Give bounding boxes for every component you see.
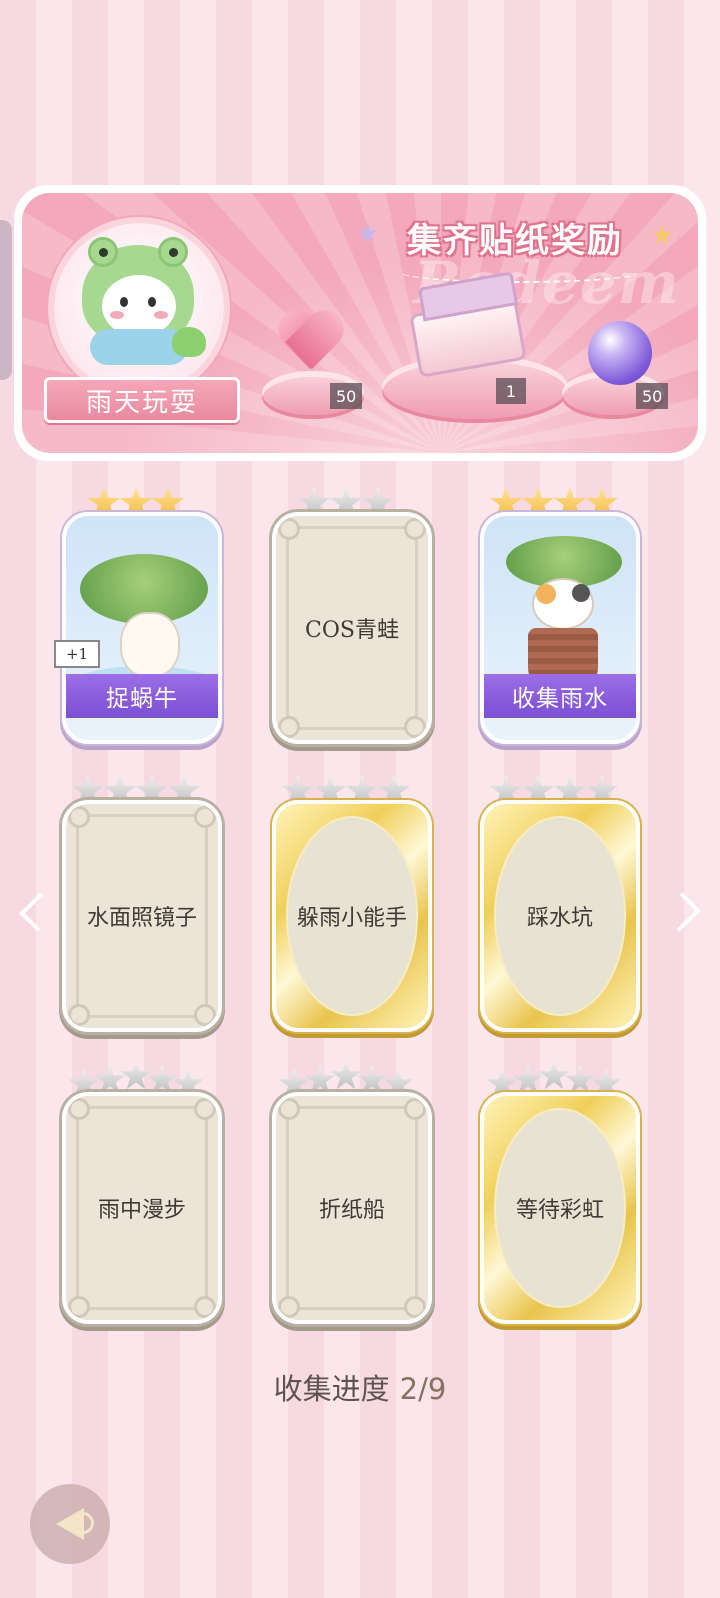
cheek-right <box>154 311 168 319</box>
sticker-card-golden[interactable]: 踩水坑 <box>480 800 640 1032</box>
sticker-card-slot[interactable]: 捉蜗牛 +1 <box>50 480 222 754</box>
reward-count: 50 <box>636 383 669 409</box>
reward-banner: Redeem ★ 集齐贴纸奖励 ★ 雨天玩耍 50 1 50 <box>14 185 706 461</box>
sticker-card-slot[interactable]: 折纸船 <box>260 1060 432 1334</box>
card-corner <box>404 518 426 540</box>
mini-frog-icon <box>172 327 206 357</box>
cat-spot <box>572 584 590 602</box>
card-name: 等待彩虹 <box>515 1198 604 1223</box>
sticker-card-slot[interactable]: 水面照镜子 <box>50 768 222 1042</box>
eye-right <box>148 297 156 307</box>
card-name: 收集雨水 <box>484 674 636 718</box>
back-button[interactable] <box>30 1484 110 1564</box>
card-corner <box>278 1296 300 1318</box>
card-corner <box>278 716 300 738</box>
pink-heart-gem-icon[interactable] <box>280 313 346 379</box>
card-corner <box>68 806 90 828</box>
card-name: 捉蜗牛 <box>66 674 218 718</box>
card-corner <box>194 1004 216 1026</box>
sticker-card-locked[interactable]: 雨中漫步 <box>62 1092 222 1324</box>
card-corner <box>404 1296 426 1318</box>
frog-eye-left <box>88 237 118 267</box>
dashed-decoration <box>400 261 640 283</box>
collection-progress: 收集进度 2/9 <box>0 1366 720 1408</box>
reward-count: 1 <box>496 378 526 404</box>
sticker-card-slot[interactable]: 雨中漫步 <box>50 1060 222 1334</box>
eye-left <box>120 297 128 307</box>
sticker-card-locked[interactable]: 水面照镜子 <box>62 800 222 1032</box>
sticker-card-locked[interactable]: COS青蛙 <box>272 512 432 744</box>
card-corner <box>68 1296 90 1318</box>
yellow-star-icon: ★ <box>650 221 674 251</box>
card-corner <box>68 1098 90 1120</box>
card-name: 躲雨小能手 <box>296 906 407 931</box>
sticker-card-collected[interactable]: 收集雨水 <box>480 512 640 744</box>
reward-count: 50 <box>330 383 363 409</box>
theme-name: 雨天玩耍 <box>85 387 198 418</box>
card-name: 雨中漫步 <box>97 1198 186 1223</box>
reward-banner-inner: Redeem ★ 集齐贴纸奖励 ★ 雨天玩耍 50 1 50 <box>22 193 698 453</box>
previous-page-button[interactable] <box>12 880 59 944</box>
purple-energy-orb-icon[interactable] <box>588 321 652 385</box>
back-ring-icon <box>72 1512 94 1534</box>
card-corner <box>194 806 216 828</box>
cat-illustration <box>532 578 594 630</box>
card-corner <box>278 518 300 540</box>
card-corner <box>194 1296 216 1318</box>
progress-value: 2/9 <box>399 1372 447 1406</box>
sticker-card-slot[interactable]: 躲雨小能手 <box>260 768 432 1042</box>
card-corner <box>278 1098 300 1120</box>
card-name: 折纸船 <box>318 1198 385 1223</box>
card-corner <box>404 716 426 738</box>
sticker-card-golden[interactable]: 等待彩虹 <box>480 1092 640 1324</box>
card-corner <box>68 1004 90 1026</box>
frog-eye-right <box>158 237 188 267</box>
side-drawer-tab[interactable] <box>0 220 12 380</box>
card-corner <box>194 1098 216 1120</box>
card-name: 水面照镜子 <box>86 906 197 931</box>
sticker-card-slot[interactable]: 踩水坑 <box>468 768 640 1042</box>
chevron-right-icon <box>661 892 701 932</box>
sticker-card-slot[interactable]: COS青蛙 <box>260 480 432 754</box>
plus-badge: +1 <box>54 640 100 668</box>
card-name: 踩水坑 <box>526 906 593 931</box>
sticker-card-collected[interactable]: 捉蜗牛 <box>62 512 222 744</box>
character-face <box>102 275 176 337</box>
sticker-card-slot[interactable]: 等待彩虹 <box>468 1060 640 1334</box>
sticker-card-locked[interactable]: 折纸船 <box>272 1092 432 1324</box>
purple-star-icon: ★ <box>356 219 380 249</box>
puppy-illustration <box>120 612 180 678</box>
card-name: COS青蛙 <box>305 618 399 643</box>
theme-name-ribbon: 雨天玩耍 <box>44 377 240 423</box>
progress-label: 收集进度 <box>273 1372 390 1406</box>
next-page-button[interactable] <box>661 880 708 944</box>
cat-spot <box>536 584 556 604</box>
sticker-card-golden[interactable]: 躲雨小能手 <box>272 800 432 1032</box>
star-icon <box>120 1060 152 1090</box>
banner-title-wrap: ★ 集齐贴纸奖励 ★ <box>350 209 680 265</box>
star-icon <box>330 1060 362 1090</box>
theme-portrait <box>54 223 224 393</box>
card-corner <box>404 1098 426 1120</box>
cheek-left <box>110 311 124 319</box>
star-icon <box>538 1060 570 1090</box>
sticker-card-slot[interactable]: 收集雨水 <box>468 480 640 754</box>
banner-title: 集齐贴纸奖励 <box>407 220 623 261</box>
